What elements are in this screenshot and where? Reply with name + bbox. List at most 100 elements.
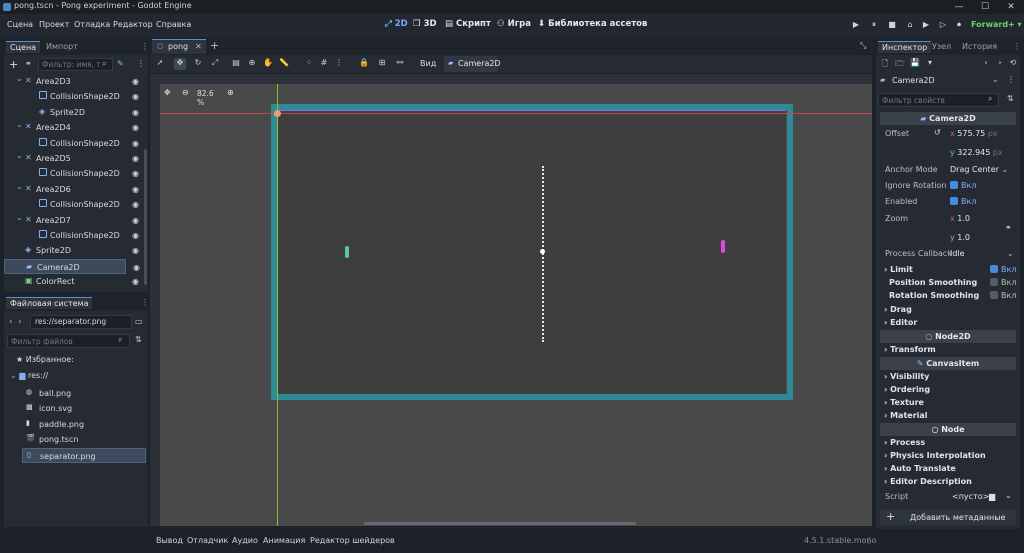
visibility-eye-icon[interactable]: ◉ [132,154,139,163]
close-tab-icon[interactable]: ✕ [195,42,202,51]
object-selector[interactable]: ▰ Camera2D ⌄ [878,74,1002,88]
scene-tree-item[interactable]: CollisionShape2D ◉ [4,166,144,181]
close-button[interactable]: ✕ [998,0,1024,14]
res-root-item[interactable]: ⌄ ▆ res:// [10,371,140,386]
offset-y-field[interactable]: y 322.945 px [950,148,1003,164]
folder-icon[interactable]: ▆ [989,492,995,501]
file-item[interactable]: ▩ icon.svg [18,401,138,416]
history-forward-icon[interactable]: › [18,317,22,327]
visibility-section[interactable]: › Visibility [884,372,929,381]
canvas-viewport[interactable]: ✥ ⊖ 82.6 % ⊕ [150,74,872,526]
scene-tree-item[interactable]: CollisionShape2D ◉ [4,228,144,243]
scene-tree-item[interactable]: CollisionShape2D ◉ [4,89,144,104]
menu-help[interactable]: Справка [156,20,191,29]
file-filter-input[interactable] [7,334,130,348]
lock-icon[interactable]: 🔒 [358,58,370,70]
object-menu-icon[interactable]: ⋮ [1007,75,1015,84]
grid-snap-icon[interactable]: # [318,58,330,70]
history-back-icon[interactable]: ‹ [980,58,992,70]
attach-script-icon[interactable]: ✎ [117,59,124,68]
menu-editor[interactable]: Редактор [113,20,153,29]
physics-interpolation-section[interactable]: › Physics Interpolation [884,451,986,460]
process-callback-select[interactable]: Idle ⌄ [950,249,1014,265]
visibility-eye-icon[interactable]: ◉ [132,77,139,86]
play-button[interactable]: ▶ [850,20,862,32]
camera-preview-button[interactable]: ▰ Camera2D [444,56,501,72]
offset-x-field[interactable]: x 575.75 px [950,129,998,145]
remote-debug-icon[interactable]: ⌂ [904,20,916,32]
horizontal-scrollbar[interactable] [364,522,636,525]
ignore-rotation-checkbox[interactable]: Вкл [950,181,976,197]
scene-tree-item[interactable]: ▣ ColorRect ◉ [4,274,144,289]
view-menu[interactable]: Вид [420,59,436,68]
skeleton-icon[interactable]: ⚯ [394,58,406,70]
load-resource-icon[interactable]: 🗁 [894,58,906,70]
scene-tree-scrollbar[interactable] [144,149,147,285]
editor-section[interactable]: › Editor [884,318,917,327]
group-icon[interactable]: ⊞ [376,58,388,70]
revert-icon[interactable]: ↺ [934,128,941,137]
tab-history[interactable]: История [958,41,1001,52]
ordering-section[interactable]: › Ordering [884,385,930,394]
tab-audio[interactable]: Аудио [232,536,258,545]
resource-menu-icon[interactable]: ▾ [924,58,936,70]
movie-maker-button[interactable]: ⏺ [953,20,965,32]
add-tab-icon[interactable]: + [210,39,219,52]
workspace-2d-button[interactable]: ⤢ 2D [385,19,408,29]
pivot-tool-icon[interactable]: ⊕ [246,58,258,70]
visibility-eye-icon[interactable]: ◉ [132,92,139,101]
list-select-icon[interactable]: ▤ [230,58,242,70]
tab-scene[interactable]: Сцена [6,41,41,53]
property-filter-input[interactable] [878,93,999,107]
move-tool-icon[interactable]: ✥ [174,58,186,70]
ruler-tool-icon[interactable]: 📏 [278,58,290,70]
pan-icon[interactable]: ✥ [164,88,171,97]
tab-import[interactable]: Импорт [42,41,82,52]
history-back-icon[interactable]: ‹ [9,317,13,327]
scene-tree-item[interactable]: ▰ Camera2D ◉ [4,258,140,274]
dock-menu-icon[interactable]: ⋮ [141,298,149,307]
select-tool-icon[interactable]: ➚ [154,58,166,70]
tab-pong[interactable]: ○ pong ✕ [152,39,206,54]
texture-section[interactable]: › Texture [884,398,924,407]
visibility-eye-icon[interactable]: ◉ [133,263,140,272]
chevron-down-icon[interactable]: ⌄ [16,74,23,83]
split-view-icon[interactable]: ▭ [135,317,143,326]
renderer-selector[interactable]: Forward+ ▾ [971,20,1022,29]
history-forward-icon[interactable]: › [994,58,1006,70]
tab-filesystem[interactable]: Файловая система [6,297,93,309]
stop-button[interactable]: ■ [886,20,898,32]
zoom-x-field[interactable]: x 1.0 [950,214,970,230]
workspace-game-button[interactable]: ⚇ Игра [497,19,531,29]
script-field[interactable]: <пусто> [952,492,989,508]
menu-scene[interactable]: Сцена [7,20,33,29]
rotation-smoothing-checkbox[interactable]: Вкл [990,291,1016,307]
pan-tool-icon[interactable]: ✋ [262,58,274,70]
play-custom-scene-button[interactable]: ▷ [937,20,949,32]
play-scene-button[interactable]: ▶ [920,20,932,32]
scene-tree-item[interactable]: ◈ Sprite2D ◉ [4,105,144,120]
scale-tool-icon[interactable]: ⤢ [209,58,221,70]
process-section[interactable]: › Process [884,438,925,447]
tab-output[interactable]: Вывод [156,536,183,545]
object-history-icon[interactable]: ⟲ [1007,58,1019,70]
visibility-eye-icon[interactable]: ◉ [132,231,139,240]
file-item[interactable]: 🎬 pong.tscn [18,432,138,447]
anchor-mode-select[interactable]: Drag Center ⌄ [950,165,1008,181]
chevron-down-icon[interactable]: ⌄ [16,151,23,160]
file-item[interactable]: ◍ ball.png [18,386,138,401]
scene-tree-item[interactable]: ⌄ ✕ Area2D5 ◉ [4,151,144,166]
editor-description-section[interactable]: › Editor Description [884,477,972,486]
visibility-eye-icon[interactable]: ◉ [132,185,139,194]
visibility-eye-icon[interactable]: ◉ [132,216,139,225]
favorites-item[interactable]: ★ Избранное: [16,355,146,370]
zoom-level[interactable]: 82.6 % [197,89,214,107]
chevron-down-icon[interactable]: ⌄ [16,182,23,191]
tab-node[interactable]: Узел [928,41,955,52]
scene-tree-item[interactable]: CollisionShape2D ◉ [4,136,144,151]
new-resource-icon[interactable]: 🗋 [879,58,891,70]
save-resource-icon[interactable]: 💾 [909,58,921,70]
menu-debug[interactable]: Отладка [74,20,110,29]
distraction-free-icon[interactable]: ⤡ [860,41,866,51]
enabled-checkbox[interactable]: Вкл [950,197,976,213]
